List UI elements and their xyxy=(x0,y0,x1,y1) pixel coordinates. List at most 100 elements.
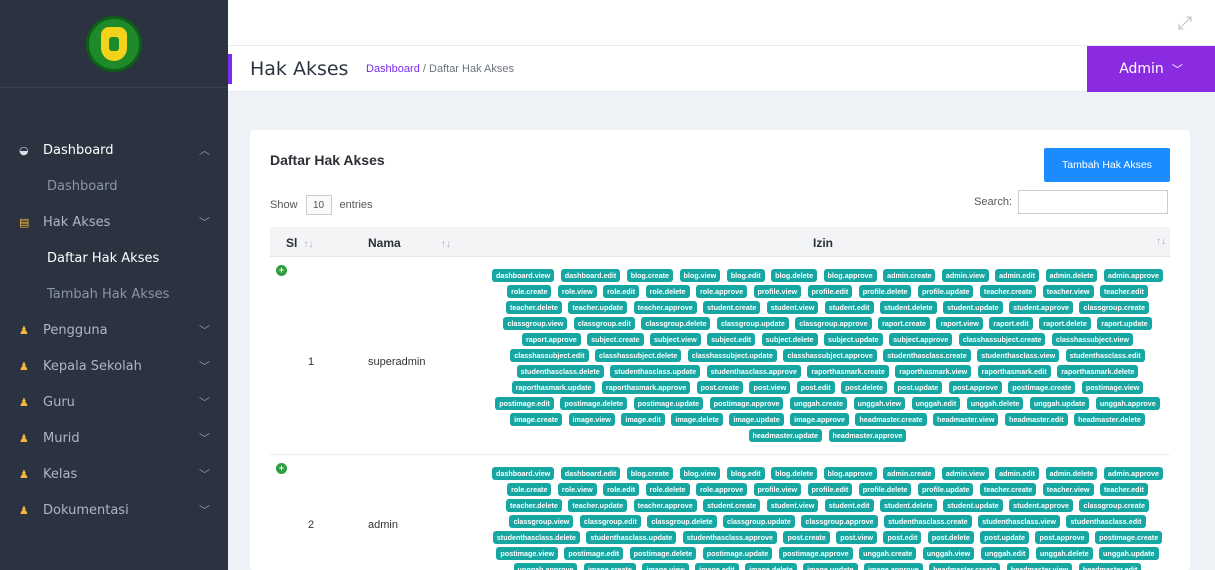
permission-badge: role.view xyxy=(557,285,597,298)
permission-badge: unggah.view xyxy=(853,397,906,410)
permission-badge: post.approve xyxy=(948,381,1002,394)
breadcrumb-current: Daftar Hak Akses xyxy=(429,63,514,75)
permission-badge: blog.approve xyxy=(823,269,877,282)
sidebar-item-label: Pengguna xyxy=(43,322,108,338)
permission-badge: profile.update xyxy=(917,483,974,496)
sort-icon: ↑↓ xyxy=(303,239,314,250)
permission-badge: subject.delete xyxy=(761,333,818,346)
sidebar-item-guru[interactable]: ♟ Guru ﹀ xyxy=(0,384,228,420)
permission-badge: raport.approve xyxy=(521,333,581,346)
expand-row-icon[interactable]: + xyxy=(276,463,287,474)
sidebar-item-kepala-sekolah[interactable]: ♟ Kepala Sekolah ﹀ xyxy=(0,348,228,384)
permission-badge: blog.approve xyxy=(823,467,877,480)
permission-badge: blog.edit xyxy=(726,467,765,480)
sidebar-item-label: Kepala Sekolah xyxy=(43,358,142,374)
permission-badge: role.delete xyxy=(645,483,690,496)
permission-badge: dashboard.edit xyxy=(560,269,621,282)
page-size-select[interactable]: 10 xyxy=(305,195,332,215)
permission-badge: unggah.create xyxy=(789,397,848,410)
column-header-sl[interactable]: Sl ↑↓ xyxy=(286,236,313,250)
permission-badge: classgroup.view xyxy=(503,317,568,330)
permission-badge: student.create xyxy=(703,301,761,314)
cell-name: superadmin xyxy=(368,356,426,368)
sidebar-item-murid[interactable]: ♟ Murid ﹀ xyxy=(0,420,228,456)
permission-badge: classgroup.update xyxy=(716,317,789,330)
permission-badge: image.create xyxy=(583,563,636,570)
permission-badge: role.approve xyxy=(695,483,748,496)
sidebar-item-dashboard[interactable]: ◒ Dashboard ︿ xyxy=(0,132,228,168)
permission-badge: classhassubject.edit xyxy=(510,349,589,362)
permission-badge: unggah.edit xyxy=(980,547,1030,560)
sidebar-item-hak-akses[interactable]: ▤ Hak Akses ﹀ xyxy=(0,204,228,240)
permission-badge: blog.view xyxy=(679,269,721,282)
permission-badge: image.delete xyxy=(745,563,797,570)
permission-badge: student.delete xyxy=(879,499,937,512)
column-header-nama[interactable]: Nama ↑↓ xyxy=(368,236,451,250)
permission-badge: admin.create xyxy=(883,269,936,282)
sidebar-item-kelas[interactable]: ♟ Kelas ﹀ xyxy=(0,456,228,492)
permission-badge: dashboard.view xyxy=(491,467,555,480)
permission-badge: profile.delete xyxy=(858,285,912,298)
sidebar-subitem-daftar-hak-akses[interactable]: Daftar Hak Akses xyxy=(0,240,228,276)
permission-badge: role.approve xyxy=(695,285,748,298)
cell-name: admin xyxy=(368,519,398,531)
user-menu-label: Admin xyxy=(1119,61,1164,77)
permission-badge: headmaster.view xyxy=(932,413,999,426)
user-menu-button[interactable]: Admin ﹀ xyxy=(1087,46,1215,92)
sort-icon: ↑↓ xyxy=(1156,236,1166,247)
sidebar-item-dokumentasi[interactable]: ♟ Dokumentasi ﹀ xyxy=(0,492,228,528)
permission-badge: subject.update xyxy=(823,333,883,346)
permission-badge: subject.view xyxy=(649,333,701,346)
add-permission-button[interactable]: Tambah Hak Akses xyxy=(1044,148,1170,182)
permission-badge: subject.create xyxy=(587,333,644,346)
permission-list: dashboard.view dashboard.edit blog.creat… xyxy=(485,464,1170,570)
permission-badge: teacher.create xyxy=(979,483,1037,496)
permission-badge: raporthasmark.approve xyxy=(601,381,691,394)
permission-badge: postimage.view xyxy=(1081,381,1144,394)
table-header: Sl ↑↓ Nama ↑↓ Izin ↑↓ xyxy=(270,227,1170,257)
permission-badge: post.approve xyxy=(1035,531,1089,544)
permission-badge: postimage.create xyxy=(1095,531,1163,544)
chevron-down-icon: ﹀ xyxy=(199,216,210,229)
permission-badge: teacher.view xyxy=(1042,483,1094,496)
permission-badge: teacher.update xyxy=(568,301,628,314)
chevron-down-icon: ﹀ xyxy=(199,432,210,445)
permission-badge: classgroup.approve xyxy=(795,317,872,330)
school-logo[interactable] xyxy=(86,15,142,72)
permission-badge: image.edit xyxy=(695,563,739,570)
top-bar: ⤢ xyxy=(228,0,1215,46)
permission-badge: image.approve xyxy=(790,413,849,426)
show-label: Show xyxy=(270,199,298,211)
permission-badge: studenthasclass.create xyxy=(883,349,971,362)
sidebar-subitem-tambah-hak-akses[interactable]: Tambah Hak Akses xyxy=(0,276,228,312)
permission-list: dashboard.view dashboard.edit blog.creat… xyxy=(485,266,1170,442)
fullscreen-icon[interactable]: ⤢ xyxy=(1175,13,1195,33)
permission-badge: blog.delete xyxy=(771,269,818,282)
breadcrumb-link-dashboard[interactable]: Dashboard xyxy=(366,63,420,75)
user-icon: ♟ xyxy=(19,323,29,337)
permission-badge: studenthasclass.delete xyxy=(516,365,604,378)
sidebar-subitem-dashboard[interactable]: Dashboard xyxy=(0,168,228,204)
page-title: Hak Akses xyxy=(250,58,349,80)
permission-badge: unggah.approve xyxy=(513,563,578,570)
permission-badge: unggah.edit xyxy=(911,397,961,410)
permission-badge: student.update xyxy=(943,301,1003,314)
permission-badge: headmaster.update xyxy=(748,429,823,442)
user-icon: ♟ xyxy=(19,359,29,373)
logo-container xyxy=(0,0,228,88)
permission-badge: classgroup.edit xyxy=(573,317,635,330)
permission-badge: role.view xyxy=(557,483,597,496)
search-input[interactable] xyxy=(1018,190,1168,214)
column-header-izin[interactable]: Izin xyxy=(813,236,833,250)
permission-badge: raport.update xyxy=(1097,317,1152,330)
permission-badge: post.edit xyxy=(883,531,922,544)
permission-badge: admin.approve xyxy=(1103,467,1164,480)
permission-badge: admin.approve xyxy=(1103,269,1164,282)
expand-row-icon[interactable]: + xyxy=(276,265,287,276)
chevron-down-icon: ﹀ xyxy=(199,504,210,517)
sidebar-item-pengguna[interactable]: ♟ Pengguna ﹀ xyxy=(0,312,228,348)
permission-badge: unggah.view xyxy=(922,547,975,560)
permission-badge: teacher.edit xyxy=(1099,285,1148,298)
permission-badge: unggah.delete xyxy=(1035,547,1093,560)
permission-badge: raporthasmark.view xyxy=(895,365,972,378)
